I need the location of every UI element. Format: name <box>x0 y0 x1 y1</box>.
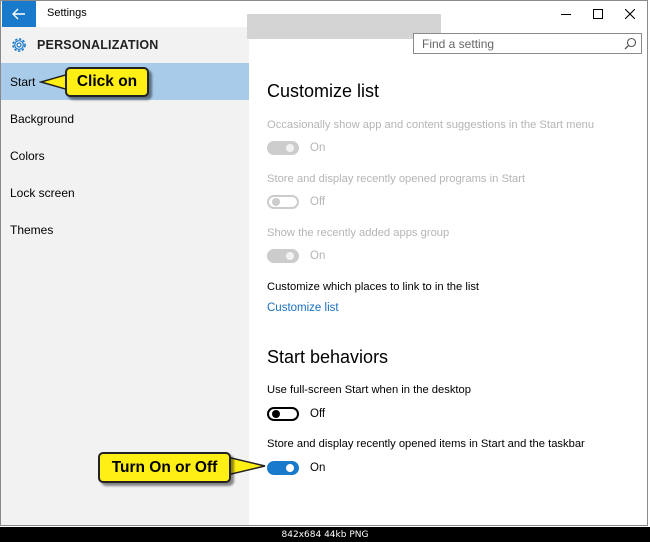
toggle-state: On <box>310 462 326 474</box>
toggle-state: Off <box>310 196 326 208</box>
suggestions-toggle-row: On <box>267 139 325 157</box>
sidebar-item-background[interactable]: Background <box>1 100 249 137</box>
customize-list-heading: Customize list <box>267 81 380 101</box>
suggestions-toggle[interactable] <box>267 141 299 155</box>
toggle-state: On <box>310 250 326 262</box>
option-label: Occasionally show app and content sugges… <box>267 119 595 131</box>
toggle-state: Off <box>310 408 326 420</box>
sidebar-item-lock-screen[interactable]: Lock screen <box>1 174 249 211</box>
gear-icon <box>12 38 26 52</box>
recently-added-toggle-row: On <box>267 247 325 265</box>
minimize-button[interactable] <box>549 1 583 27</box>
sidebar-item-label: Colors <box>10 148 45 163</box>
sidebar-item-label: Themes <box>10 222 54 237</box>
sidebar-item-colors[interactable]: Colors <box>1 137 249 174</box>
places-label: Customize which places to link to in the… <box>267 281 480 293</box>
maximize-icon <box>593 9 603 19</box>
section-header: PERSONALIZATION <box>10 36 159 54</box>
option-label: Use full-screen Start when in the deskto… <box>267 384 471 396</box>
start-behaviors-heading: Start behaviors <box>267 347 389 367</box>
callout-text: Turn On or Off <box>111 458 218 476</box>
recent-programs-toggle[interactable] <box>267 195 299 209</box>
click-on-callout: Click on <box>65 67 149 97</box>
full-screen-start-toggle[interactable] <box>267 407 299 421</box>
option-label: Store and display recently opened progra… <box>267 173 526 185</box>
callout-pointer <box>227 456 266 476</box>
recent-programs-toggle-row: Off <box>267 193 325 211</box>
sidebar-item-label: Start <box>10 74 36 89</box>
back-arrow-icon <box>12 8 25 20</box>
sidebar-item-themes[interactable]: Themes <box>1 211 249 248</box>
option-label: Store and display recently opened items … <box>267 438 585 450</box>
close-icon <box>625 9 635 19</box>
recently-added-toggle[interactable] <box>267 249 299 263</box>
app-title: Settings <box>47 7 87 19</box>
main-content: Customize list Occasionally show app and… <box>249 27 647 525</box>
full-screen-toggle-row: Off <box>267 405 325 423</box>
close-button[interactable] <box>613 1 647 27</box>
minimize-icon <box>561 14 571 15</box>
image-caption: 842x684 44kb PNG <box>281 529 369 540</box>
toggle-state: On <box>310 142 326 154</box>
turn-on-off-callout: Turn On or Off <box>98 452 231 483</box>
sidebar-item-label: Lock screen <box>10 185 75 200</box>
recent-items-toggle[interactable] <box>267 461 299 475</box>
recent-items-toggle-row: On <box>267 459 325 477</box>
callout-text: Click on <box>76 73 138 90</box>
option-label: Show the recently added apps group <box>267 227 450 239</box>
sidebar-item-label: Background <box>10 111 75 126</box>
settings-window: Settings PERSONALIZATION Start Backgroun… <box>0 0 648 526</box>
section-title: PERSONALIZATION <box>37 38 159 52</box>
customize-list-link[interactable]: Customize list <box>267 302 339 314</box>
image-caption-bar: 842x684 44kb PNG <box>0 527 650 542</box>
back-button[interactable] <box>2 1 36 27</box>
maximize-button[interactable] <box>581 1 615 27</box>
